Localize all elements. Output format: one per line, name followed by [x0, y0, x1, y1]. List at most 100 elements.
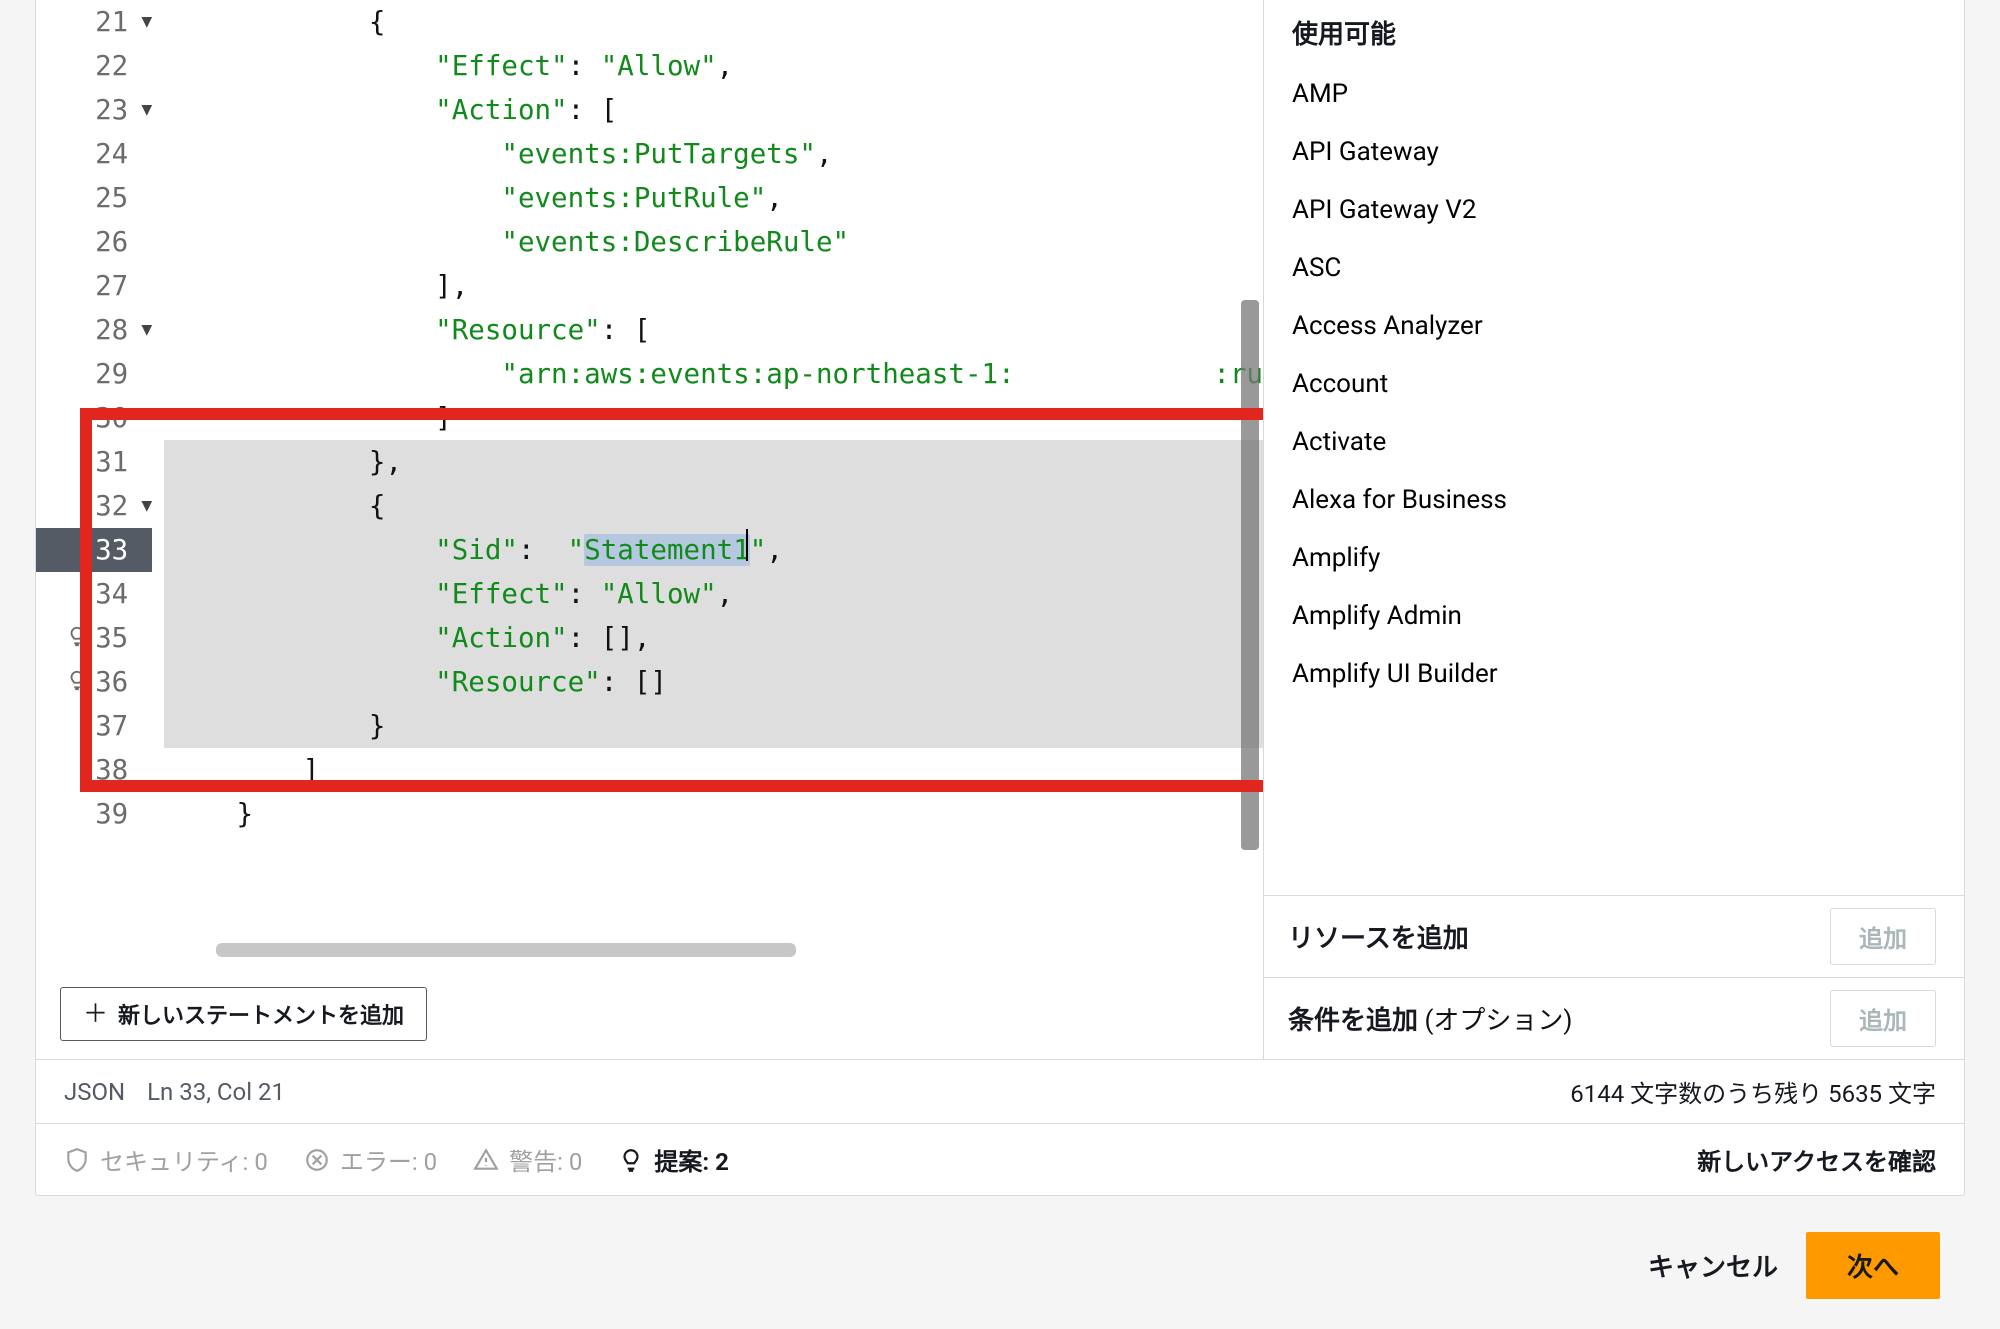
errors[interactable]: エラー: 0 [304, 1142, 437, 1177]
line-number: 38 [86, 748, 128, 792]
add-resource-button[interactable]: 追加 [1830, 908, 1936, 965]
policy-editor-panel: 21▼2223▼2425262728▼29303132▼333435363738… [35, 0, 1965, 1196]
code-line[interactable]: } [164, 704, 1263, 748]
service-item[interactable]: Amplify UI Builder [1264, 645, 1964, 703]
token-punct: { [170, 6, 385, 38]
line-number: 24 [86, 132, 128, 176]
token-punct [170, 314, 435, 346]
gutter-line: 28▼ [36, 308, 152, 352]
horizontal-scrollbar[interactable] [216, 943, 1263, 961]
service-item[interactable]: Access Analyzer [1264, 297, 1964, 355]
add-condition-button[interactable]: 追加 [1830, 990, 1936, 1047]
vertical-scrollbar[interactable] [1239, 0, 1261, 937]
error-icon [304, 1147, 330, 1173]
warnings[interactable]: 警告: 0 [473, 1142, 582, 1177]
code-line[interactable]: "events:PutTargets", [164, 132, 1263, 176]
service-item[interactable]: Account [1264, 355, 1964, 413]
gutter-line: 39 [36, 792, 152, 836]
token-punct: : [], [568, 622, 651, 654]
side-heading-label: 使用可能 [1264, 0, 1964, 65]
code-line[interactable]: "Resource": [] [164, 660, 1263, 704]
add-statement-button[interactable]: ＋ 新しいステートメントを追加 [60, 987, 427, 1041]
errors-label: エラー: 0 [340, 1142, 437, 1177]
line-number: 28 [86, 308, 128, 352]
code-line[interactable]: "Effect": "Allow", [164, 572, 1263, 616]
warnings-label: 警告: 0 [509, 1142, 582, 1177]
code-line[interactable]: } [164, 792, 1263, 836]
side-panel: 使用可能 AMP API Gateway API Gateway V2 ASC … [1264, 0, 1964, 1059]
token-punct: : [ [601, 314, 651, 346]
code-line[interactable]: "events:DescribeRule" [164, 220, 1263, 264]
service-item[interactable]: Alexa for Business [1264, 471, 1964, 529]
code-line[interactable]: ] [164, 396, 1263, 440]
lightbulb-icon [618, 1147, 644, 1173]
gutter-line: 32▼ [36, 484, 152, 528]
shield-icon [64, 1147, 90, 1173]
fold-marker-icon[interactable]: ▼ [134, 484, 152, 528]
service-item[interactable]: API Gateway V2 [1264, 181, 1964, 239]
service-item[interactable]: API Gateway [1264, 123, 1964, 181]
gutter-line: 34 [36, 572, 152, 616]
service-item[interactable]: ASC [1264, 239, 1964, 297]
code-container: 21▼2223▼2425262728▼29303132▼333435363738… [36, 0, 1263, 937]
code-line[interactable]: "events:PutRule", [164, 176, 1263, 220]
code-line[interactable]: "Effect": "Allow", [164, 44, 1263, 88]
suggestions-label: 提案: 2 [654, 1142, 729, 1177]
line-number: 36 [86, 660, 128, 704]
gutter-line: 33 [36, 528, 152, 572]
line-number: 21 [86, 0, 128, 44]
footer-actions: キャンセル 次へ [0, 1196, 2000, 1329]
line-number: 23 [86, 88, 128, 132]
service-item[interactable]: Amplify [1264, 529, 1964, 587]
token-punct: { [170, 490, 385, 522]
service-item[interactable]: Activate [1264, 413, 1964, 471]
code-line[interactable]: "Resource": [ [164, 308, 1263, 352]
security-issues[interactable]: セキュリティ: 0 [64, 1142, 268, 1177]
code-line[interactable]: ], [164, 264, 1263, 308]
code-line[interactable]: { [164, 0, 1263, 44]
token-string: "Effect" [435, 578, 567, 610]
token-punct [170, 94, 435, 126]
suggestions[interactable]: 提案: 2 [618, 1142, 729, 1177]
lightbulb-icon[interactable] [66, 616, 88, 660]
token-punct: } [170, 710, 385, 742]
token-string: "Sid" [435, 534, 518, 566]
service-list: 使用可能 AMP API Gateway API Gateway V2 ASC … [1264, 0, 1964, 895]
code-line[interactable]: "Sid": "Statement1", [164, 528, 1263, 572]
fold-marker-icon[interactable]: ▼ [134, 0, 152, 44]
fold-marker-icon[interactable]: ▼ [134, 88, 152, 132]
review-access-link[interactable]: 新しいアクセスを確認 [1697, 1142, 1936, 1177]
code-line[interactable]: "Action": [ [164, 88, 1263, 132]
service-item[interactable]: Amplify Admin [1264, 587, 1964, 645]
line-number: 33 [86, 528, 128, 572]
token-punct: : [518, 534, 568, 566]
service-item[interactable]: AMP [1264, 65, 1964, 123]
code-line[interactable]: "arn:aws:events:ap-northeast-1: :ru [164, 352, 1263, 396]
json-editor[interactable]: 21▼2223▼2425262728▼29303132▼333435363738… [36, 0, 1263, 937]
code-lines[interactable]: { "Effect": "Allow", "Action": [ "events… [164, 0, 1263, 937]
code-line[interactable]: ] [164, 748, 1263, 792]
workarea: 21▼2223▼2425262728▼29303132▼333435363738… [36, 0, 1964, 1059]
next-button[interactable]: 次へ [1806, 1232, 1940, 1299]
token-punct: : [ [568, 94, 618, 126]
cancel-button[interactable]: キャンセル [1648, 1247, 1778, 1284]
token-punct [170, 182, 501, 214]
line-number: 30 [86, 396, 128, 440]
lightbulb-icon[interactable] [66, 660, 88, 704]
gutter-line: 35 [36, 616, 152, 660]
token-punct: ], [170, 270, 468, 302]
status-language: JSON [64, 1078, 125, 1106]
editor-status-bar: JSON Ln 33, Col 21 6144 文字数のうち残り 5635 文字 [36, 1059, 1964, 1123]
token-string: " [568, 534, 585, 566]
code-line[interactable]: "Action": [], [164, 616, 1263, 660]
token-punct [170, 50, 435, 82]
code-line[interactable]: }, [164, 440, 1263, 484]
code-line[interactable]: { [164, 484, 1263, 528]
review-access-label: 新しいアクセスを確認 [1697, 1148, 1936, 1176]
line-number: 27 [86, 264, 128, 308]
fold-marker-icon[interactable]: ▼ [134, 308, 152, 352]
horizontal-scrollbar-thumb[interactable] [216, 943, 796, 957]
vertical-scrollbar-thumb[interactable] [1241, 300, 1259, 850]
gutter-line: 36 [36, 660, 152, 704]
gutter-line: 25 [36, 176, 152, 220]
